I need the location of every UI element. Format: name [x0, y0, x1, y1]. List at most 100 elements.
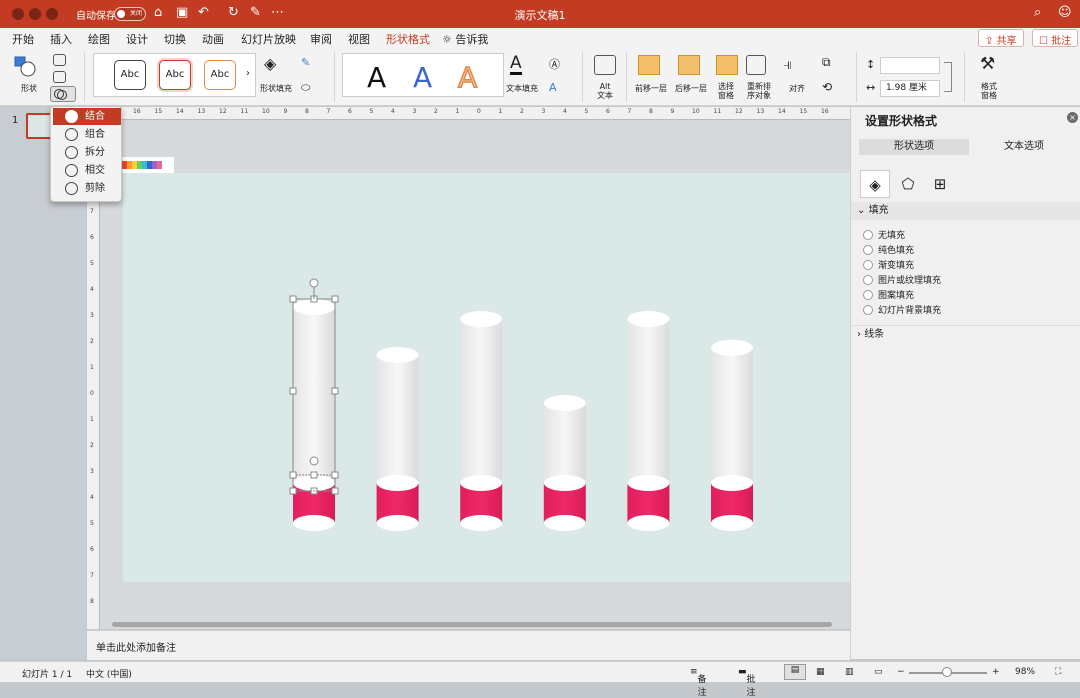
zoom-in-button[interactable]: +	[992, 667, 1000, 677]
cylinder-bottom-ellipse	[627, 515, 670, 531]
menu-item-subtract[interactable]: 剪除	[53, 180, 121, 197]
selection-pane-icon[interactable]	[716, 55, 738, 75]
search-icon[interactable]: ⌕	[1034, 5, 1041, 20]
menu-item-combine[interactable]: 结合	[53, 108, 121, 125]
close-panel-icon[interactable]: ×	[1067, 112, 1078, 123]
ruler-tick-label: 2	[434, 108, 438, 115]
width-input[interactable]: 1.98 厘米	[880, 80, 940, 97]
tab-draw[interactable]: 绘图	[88, 31, 110, 47]
ruler-tick-label: 8	[305, 108, 309, 115]
lock-aspect-icon[interactable]	[944, 62, 952, 92]
tab-slideshow[interactable]: 幻灯片放映	[241, 31, 296, 47]
fill-option-none[interactable]: 无填充	[863, 228, 905, 241]
ruler-tick-label: 16	[133, 108, 141, 115]
tab-home[interactable]: 开始	[12, 31, 34, 47]
fill-option-solid[interactable]: 纯色填充	[863, 243, 914, 256]
bring-forward-icon[interactable]	[638, 55, 660, 75]
comments-button[interactable]: ☐ 批注	[1032, 29, 1079, 47]
format-pane-icon[interactable]: ⚒	[980, 54, 995, 74]
ruler-tick-label: 0	[477, 108, 481, 115]
tab-design[interactable]: 设计	[126, 31, 148, 47]
share-button[interactable]: ⇪ 共享	[978, 29, 1024, 47]
ruler-tick-label: 15	[154, 108, 163, 115]
zoom-slider-thumb[interactable]	[942, 667, 952, 677]
account-icon[interactable]: ☺	[1058, 5, 1072, 20]
fill-section-label: 填充	[868, 205, 889, 216]
send-backward-icon[interactable]	[678, 55, 700, 75]
radio-icon	[863, 260, 873, 270]
notes-pane[interactable]: 单击此处添加备注	[87, 630, 850, 660]
wordart-style-1[interactable]: A	[367, 61, 386, 94]
menu-item-union[interactable]: 组合	[53, 126, 121, 143]
wordart-style-2[interactable]: A	[413, 61, 432, 94]
ruler-tick-label: 12	[219, 108, 227, 115]
text-box-icon[interactable]	[53, 71, 66, 83]
gallery-more-icon[interactable]: ›	[246, 68, 250, 79]
fill-section-header[interactable]: ⌄ 填充	[851, 202, 1080, 220]
normal-view-button[interactable]: ▤	[784, 664, 806, 680]
fill-line-icon[interactable]: ◈	[860, 170, 890, 198]
shape-style-2[interactable]: Abc	[159, 60, 191, 90]
tab-animations[interactable]: 动画	[202, 31, 224, 47]
zoom-level[interactable]: 98%	[1015, 667, 1035, 677]
height-input[interactable]	[880, 57, 940, 74]
tab-view[interactable]: 视图	[348, 31, 370, 47]
line-section-header[interactable]: › 线条	[851, 325, 1080, 343]
text-fill-icon[interactable]: A	[510, 54, 522, 75]
ruler-tick-label: 7	[627, 108, 632, 115]
slide-canvas[interactable]	[123, 173, 850, 582]
zoom-out-button[interactable]: −	[897, 667, 905, 677]
tab-tell-me[interactable]: ☼ 告诉我	[442, 31, 488, 47]
shape-effects-icon[interactable]: ⬭	[301, 81, 310, 95]
tab-shape-options[interactable]: 形状选项	[859, 139, 969, 155]
slide-sorter-button[interactable]: ▦	[816, 667, 825, 677]
notes-button[interactable]: ≡ 备注	[690, 667, 707, 698]
merge-shapes-button[interactable]	[50, 86, 76, 102]
language-indicator[interactable]: 中文 (中国)	[86, 667, 132, 680]
cylinder-body	[460, 319, 503, 483]
cylinder-body	[543, 403, 586, 483]
rotate-icon[interactable]: ⟲	[822, 80, 832, 94]
fit-to-window-icon[interactable]: ⛶	[1055, 667, 1061, 677]
wordart-style-3[interactable]: A	[457, 60, 478, 95]
fill-option-slide-background[interactable]: 幻灯片背景填充	[863, 303, 941, 316]
shape-fill-icon[interactable]: ◈	[264, 54, 276, 73]
fill-option-gradient[interactable]: 渐变填充	[863, 258, 914, 271]
menu-item-intersect[interactable]: 相交	[53, 162, 121, 179]
insert-shapes-icon[interactable]	[14, 56, 36, 78]
text-outline-icon[interactable]: Ⓐ	[549, 56, 560, 72]
tab-transitions[interactable]: 切换	[164, 31, 186, 47]
combine-icon	[65, 110, 78, 123]
reading-view-button[interactable]: ▥	[845, 667, 854, 677]
ruler-tick-label: 6	[90, 234, 94, 241]
tell-me-label: 告诉我	[455, 33, 489, 46]
size-properties-icon[interactable]: ⊞	[925, 170, 955, 198]
ruler-tick-label: 5	[369, 108, 374, 115]
effects-icon[interactable]: ⬠	[893, 170, 923, 198]
comments-status-button[interactable]: ▬ 批注	[738, 667, 756, 698]
cylinder-bottom-ellipse	[293, 515, 335, 531]
ruler-tick-label: 1	[90, 364, 94, 371]
reorder-objects-icon[interactable]	[746, 55, 766, 75]
slideshow-button[interactable]: ▭	[874, 667, 883, 677]
text-effects-icon[interactable]: A	[549, 81, 557, 94]
tab-insert[interactable]: 插入	[50, 31, 72, 47]
shape-style-1[interactable]: Abc	[114, 60, 146, 90]
cylinder-mid-ellipse	[460, 475, 503, 491]
fill-option-picture[interactable]: 图片或纹理填充	[863, 273, 941, 286]
group-icon[interactable]: ⧉	[822, 55, 831, 70]
tab-review[interactable]: 审阅	[310, 31, 332, 47]
edit-shape-icon[interactable]	[53, 54, 66, 66]
align-icon[interactable]: ⫣	[783, 55, 792, 73]
radio-icon	[863, 275, 873, 285]
menu-item-fragment[interactable]: 拆分	[53, 144, 121, 161]
shape-outline-icon[interactable]: ✎	[301, 56, 310, 69]
fill-option-pattern[interactable]: 图案填充	[863, 288, 914, 301]
width-icon: ↔	[866, 81, 876, 94]
radio-icon	[863, 305, 873, 315]
alt-text-icon[interactable]	[594, 55, 616, 75]
shape-style-3[interactable]: Abc	[204, 60, 236, 90]
horizontal-scrollbar[interactable]	[112, 622, 832, 627]
height-icon: ↕	[866, 58, 876, 71]
tab-text-options[interactable]: 文本选项	[969, 139, 1079, 155]
